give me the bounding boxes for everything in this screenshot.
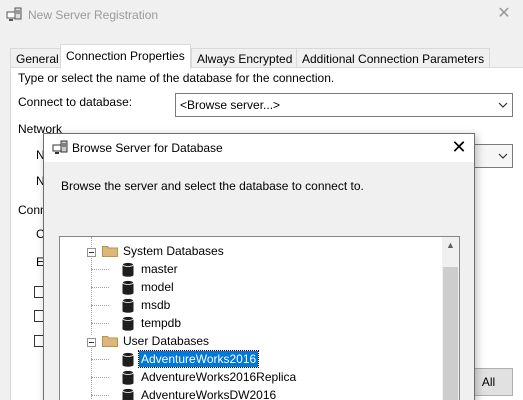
folder-icon bbox=[102, 246, 118, 257]
dialog-title: Browse Server for Database bbox=[72, 141, 223, 155]
connect-to-database-value: <Browse server...> bbox=[180, 98, 281, 112]
database-tree[interactable]: System Databases master model msdb tempd… bbox=[59, 236, 460, 400]
tab-additional-connection-parameters[interactable]: Additional Connection Parameters bbox=[296, 48, 491, 68]
tree-node-tempdb[interactable]: tempdb bbox=[60, 315, 440, 333]
tree-node-label: AdventureWorksDW2016 bbox=[141, 388, 277, 400]
collapse-icon[interactable] bbox=[87, 338, 96, 347]
scroll-up-icon[interactable]: ▲ bbox=[442, 237, 459, 254]
browse-server-dialog: Browse Server for Database ✕ Browse the … bbox=[43, 133, 475, 400]
collapse-icon[interactable] bbox=[87, 248, 96, 257]
connect-to-database-label: Connect to database: bbox=[18, 95, 133, 109]
close-icon[interactable]: ✕ bbox=[492, 3, 516, 27]
close-icon[interactable]: ✕ bbox=[446, 136, 472, 160]
tree-node-label: tempdb bbox=[141, 316, 182, 330]
database-icon bbox=[122, 298, 134, 313]
tree-node-label-selected: AdventureWorks2016 bbox=[137, 350, 260, 368]
database-icon bbox=[122, 280, 134, 295]
server-registration-icon bbox=[6, 7, 22, 21]
database-icon bbox=[122, 370, 134, 385]
tab-general[interactable]: General bbox=[10, 48, 65, 68]
tree-node-user-databases[interactable]: User Databases bbox=[60, 333, 440, 351]
tree-node-adventureworks2016replica[interactable]: AdventureWorks2016Replica bbox=[60, 369, 440, 387]
dialog-titlebar: Browse Server for Database ✕ bbox=[44, 134, 474, 162]
database-icon bbox=[122, 316, 134, 331]
connect-to-database-combo[interactable]: <Browse server...> bbox=[175, 93, 513, 117]
chevron-down-icon bbox=[498, 153, 508, 159]
tree-vertical-scrollbar[interactable]: ▲ bbox=[442, 237, 459, 400]
connection-instruction: Type or select the name of the database … bbox=[18, 71, 335, 85]
background-titlebar: New Server Registration ✕ bbox=[0, 0, 523, 30]
folder-icon bbox=[102, 336, 118, 347]
tree-node-adventureworks2016[interactable]: AdventureWorks2016 bbox=[60, 350, 440, 369]
tree-node-label: AdventureWorks2016Replica bbox=[141, 370, 297, 384]
database-icon bbox=[122, 262, 134, 277]
scrollbar-thumb[interactable] bbox=[443, 267, 458, 400]
dialog-instruction: Browse the server and select the databas… bbox=[61, 179, 364, 193]
tree-node-label: msdb bbox=[141, 298, 171, 312]
tree-node-msdb[interactable]: msdb bbox=[60, 297, 440, 315]
browse-server-icon bbox=[52, 140, 68, 154]
tree-node-master[interactable]: master bbox=[60, 261, 440, 279]
tree-node-system-databases[interactable]: System Databases bbox=[60, 243, 440, 261]
window-title: New Server Registration bbox=[28, 8, 159, 22]
database-icon bbox=[122, 352, 134, 367]
tree-node-adventureworksdw2016[interactable]: AdventureWorksDW2016 bbox=[60, 387, 440, 400]
tree-node-label: master bbox=[141, 262, 178, 276]
chevron-down-icon bbox=[498, 102, 508, 108]
network-protocol-combo[interactable] bbox=[470, 144, 513, 168]
tab-always-encrypted[interactable]: Always Encrypted bbox=[191, 48, 299, 68]
tree-node-label: model bbox=[141, 280, 174, 294]
tree-node-label: User Databases bbox=[123, 334, 210, 348]
tree-node-label: System Databases bbox=[123, 244, 224, 258]
tab-connection-properties[interactable]: Connection Properties bbox=[60, 44, 191, 69]
database-icon bbox=[122, 388, 134, 400]
tab-strip: General Connection Properties Always Enc… bbox=[10, 44, 520, 69]
tree-node-model[interactable]: model bbox=[60, 279, 440, 297]
